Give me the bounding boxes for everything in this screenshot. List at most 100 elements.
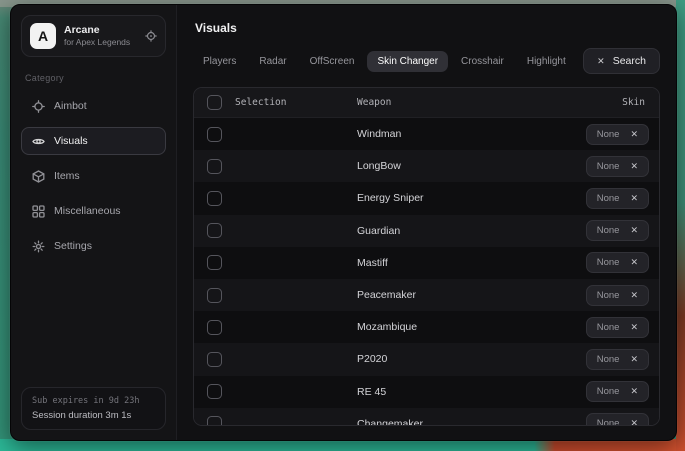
row-checkbox[interactable]: [207, 352, 222, 367]
sidebar-item-visuals[interactable]: Visuals: [21, 127, 166, 155]
skin-value: None: [597, 386, 620, 397]
skin-select-button[interactable]: None ✕: [586, 156, 649, 177]
cube-icon: [32, 170, 45, 183]
category-label: Category: [25, 73, 162, 83]
close-icon[interactable]: ✕: [630, 161, 638, 172]
skin-value: None: [597, 290, 620, 301]
header-selection: Selection: [235, 97, 286, 108]
tab-players[interactable]: Players: [193, 51, 246, 72]
app-title: Arcane: [64, 24, 137, 37]
close-icon[interactable]: ✕: [630, 386, 638, 397]
weapon-name: Mozambique: [357, 321, 417, 333]
row-checkbox[interactable]: [207, 255, 222, 270]
sidebar-item-settings[interactable]: Settings: [21, 232, 166, 260]
target-icon[interactable]: [145, 30, 157, 42]
row-checkbox[interactable]: [207, 223, 222, 238]
app-window: A Arcane for Apex Legends Category Aimbo…: [10, 4, 677, 441]
close-icon[interactable]: ✕: [630, 290, 638, 301]
close-icon[interactable]: ✕: [630, 418, 638, 426]
table-row: P2020 None ✕: [194, 343, 659, 375]
sub-expiry-text: Sub expires in 9d 23h: [32, 396, 155, 406]
skin-select-button[interactable]: None ✕: [586, 381, 649, 402]
sidebar-nav: Aimbot Visuals Items Miscellaneous Setti…: [21, 92, 166, 267]
table-row: Windman None ✕: [194, 118, 659, 150]
header-skin: Skin: [622, 97, 645, 108]
close-icon[interactable]: ✕: [630, 225, 638, 236]
weapon-name: Changemaker: [357, 418, 423, 426]
app-subtitle: for Apex Legends: [64, 37, 137, 48]
skin-select-button[interactable]: None ✕: [586, 285, 649, 306]
search-icon: ✕: [597, 56, 605, 67]
close-icon[interactable]: ✕: [630, 354, 638, 365]
skin-value: None: [597, 225, 620, 236]
skin-select-button[interactable]: None ✕: [586, 349, 649, 370]
row-checkbox[interactable]: [207, 159, 222, 174]
close-icon[interactable]: ✕: [630, 129, 638, 140]
skin-value: None: [597, 193, 620, 204]
select-all-checkbox[interactable]: [207, 95, 222, 110]
header-weapon: Weapon: [357, 97, 391, 108]
weapon-name: Guardian: [357, 225, 400, 237]
subscription-card: Sub expires in 9d 23h Session duration 3…: [21, 387, 166, 430]
search-label: Search: [613, 55, 646, 67]
skin-select-button[interactable]: None ✕: [586, 220, 649, 241]
table-row: Mastiff None ✕: [194, 247, 659, 279]
row-checkbox[interactable]: [207, 320, 222, 335]
skin-value: None: [597, 322, 620, 333]
skin-select-button[interactable]: None ✕: [586, 124, 649, 145]
close-icon[interactable]: ✕: [630, 257, 638, 268]
weapon-name: Energy Sniper: [357, 192, 424, 204]
table-row: Mozambique None ✕: [194, 311, 659, 343]
skin-value: None: [597, 354, 620, 365]
weapon-name: P2020: [357, 353, 387, 365]
skin-select-button[interactable]: None ✕: [586, 252, 649, 273]
table-header: Selection Weapon Skin: [194, 88, 659, 118]
tab-radar[interactable]: Radar: [249, 51, 296, 72]
app-logo: A: [30, 23, 56, 49]
weapon-name: LongBow: [357, 160, 401, 172]
weapon-name: RE 45: [357, 386, 386, 398]
backdrop-right-strip: [676, 0, 685, 451]
search-button[interactable]: ✕ Search: [583, 48, 660, 74]
skin-table: Selection Weapon Skin Windman None ✕ Lon…: [193, 87, 660, 426]
table-row: Energy Sniper None ✕: [194, 182, 659, 214]
skin-select-button[interactable]: None ✕: [586, 413, 649, 426]
skin-value: None: [597, 257, 620, 268]
table-row: Guardian None ✕: [194, 215, 659, 247]
weapon-name: Peacemaker: [357, 289, 416, 301]
skin-value: None: [597, 161, 620, 172]
sidebar-item-aimbot[interactable]: Aimbot: [21, 92, 166, 120]
eye-icon: [32, 135, 45, 148]
grid-icon: [32, 205, 45, 218]
weapon-name: Windman: [357, 128, 401, 140]
crosshair-icon: [32, 100, 45, 113]
session-duration-text: Session duration 3m 1s: [32, 410, 155, 421]
tab-bar: PlayersRadarOffScreenSkin ChangerCrossha…: [193, 48, 660, 74]
page-title: Visuals: [195, 21, 660, 35]
skin-select-button[interactable]: None ✕: [586, 317, 649, 338]
row-checkbox[interactable]: [207, 191, 222, 206]
tab-highlight[interactable]: Highlight: [517, 51, 576, 72]
row-checkbox[interactable]: [207, 384, 222, 399]
row-checkbox[interactable]: [207, 416, 222, 426]
tab-skin-changer[interactable]: Skin Changer: [367, 51, 448, 72]
skin-value: None: [597, 129, 620, 140]
sidebar-item-miscellaneous[interactable]: Miscellaneous: [21, 197, 166, 225]
table-row: Peacemaker None ✕: [194, 279, 659, 311]
tab-offscreen[interactable]: OffScreen: [300, 51, 365, 72]
skin-select-button[interactable]: None ✕: [586, 188, 649, 209]
brand-card: A Arcane for Apex Legends: [21, 15, 166, 57]
table-row: RE 45 None ✕: [194, 376, 659, 408]
sidebar: A Arcane for Apex Legends Category Aimbo…: [11, 5, 177, 440]
table-row: LongBow None ✕: [194, 150, 659, 182]
skin-value: None: [597, 418, 620, 426]
row-checkbox[interactable]: [207, 127, 222, 142]
row-checkbox[interactable]: [207, 288, 222, 303]
table-row: Changemaker None ✕: [194, 408, 659, 426]
close-icon[interactable]: ✕: [630, 322, 638, 333]
sidebar-item-items[interactable]: Items: [21, 162, 166, 190]
tab-crosshair[interactable]: Crosshair: [451, 51, 514, 72]
main-panel: Visuals PlayersRadarOffScreenSkin Change…: [177, 5, 676, 440]
close-icon[interactable]: ✕: [630, 193, 638, 204]
gear-icon: [32, 240, 45, 253]
